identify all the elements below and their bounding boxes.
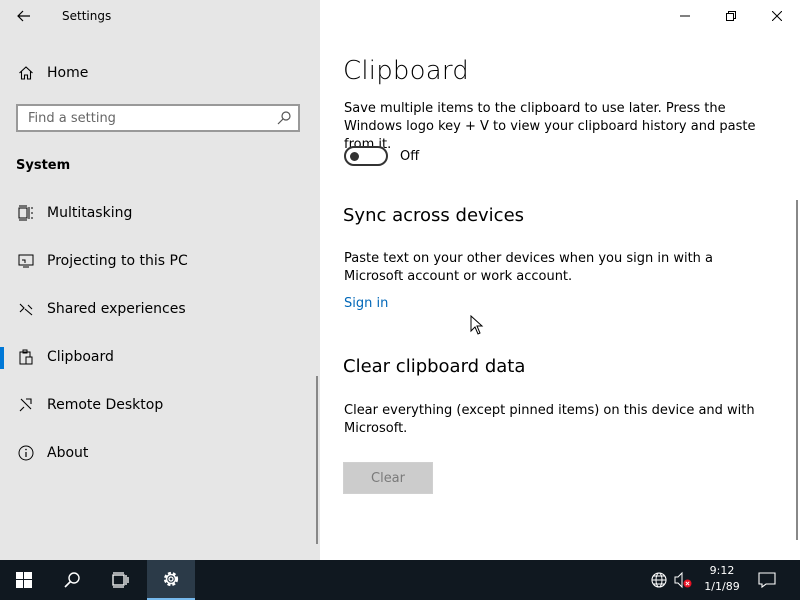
sidebar-item-label: About [47, 445, 89, 461]
page-title: Clipboard [343, 56, 469, 86]
taskbar: 9:12 1/1/89 [0, 560, 800, 600]
clipboard-icon [16, 347, 36, 367]
sidebar-item-label: Clipboard [47, 349, 114, 365]
close-icon [772, 11, 782, 21]
close-button[interactable] [754, 0, 800, 32]
title-bar: Settings [0, 0, 320, 32]
clear-heading: Clear clipboard data [343, 356, 526, 377]
sign-in-link[interactable]: Sign in [344, 296, 388, 311]
network-globe-icon[interactable] [649, 570, 669, 590]
sidebar-item-remote-desktop[interactable]: Remote Desktop [0, 383, 316, 427]
gear-icon [163, 571, 179, 587]
sync-heading: Sync across devices [343, 205, 525, 226]
search-icon[interactable] [276, 110, 292, 126]
shared-experiences-icon [16, 299, 36, 319]
volume-muted-icon[interactable] [673, 570, 693, 590]
task-view-button[interactable] [96, 560, 144, 600]
sidebar-item-label: Projecting to this PC [47, 253, 188, 269]
toggle-state-label: Off [400, 149, 420, 164]
sidebar-item-shared-experiences[interactable]: Shared experiences [0, 287, 316, 331]
nav-home[interactable]: Home [0, 51, 316, 95]
sidebar-item-multitasking[interactable]: Multitasking [0, 191, 316, 235]
windows-logo-icon [16, 572, 32, 588]
clear-description: Clear everything (except pinned items) o… [344, 403, 755, 436]
clear-button[interactable]: Clear [343, 462, 433, 494]
taskbar-search-button[interactable] [48, 560, 96, 600]
task-view-icon [112, 572, 129, 588]
back-button[interactable] [8, 2, 40, 30]
settings-sidebar: Settings Home System Multitasking [0, 0, 320, 560]
section-heading-system: System [16, 158, 71, 173]
app-title: Settings [62, 9, 112, 23]
info-icon [16, 443, 36, 463]
sidebar-item-label: Remote Desktop [47, 397, 164, 413]
taskbar-settings-app[interactable] [147, 560, 195, 600]
restore-icon [726, 11, 736, 21]
sidebar-scrollbar[interactable] [316, 376, 318, 544]
mouse-cursor-icon [470, 315, 484, 335]
search-icon [64, 572, 80, 588]
home-icon [16, 63, 36, 83]
main-scrollbar[interactable] [796, 200, 798, 540]
back-arrow-icon [17, 10, 30, 22]
sidebar-item-label: Multitasking [47, 205, 133, 221]
sidebar-item-about[interactable]: About [0, 431, 316, 475]
clock-time: 9:12 [709, 564, 735, 577]
settings-search[interactable] [16, 104, 300, 132]
nav-home-label: Home [47, 65, 89, 81]
window-controls [662, 0, 800, 32]
clock-date: 1/1/89 [704, 580, 740, 593]
sidebar-item-label: Shared experiences [47, 301, 186, 317]
toggle-knob [350, 152, 359, 161]
start-button[interactable] [0, 560, 48, 600]
action-center-icon[interactable] [757, 570, 777, 590]
remote-desktop-icon [16, 395, 36, 415]
minimize-icon [680, 15, 690, 17]
minimize-button[interactable] [662, 0, 708, 32]
sidebar-item-projecting[interactable]: Projecting to this PC [0, 239, 316, 283]
sync-description: Paste text on your other devices when yo… [344, 251, 714, 284]
restore-button[interactable] [708, 0, 754, 32]
clipboard-history-description: Save multiple items to the clipboard to … [344, 101, 756, 152]
sidebar-item-clipboard[interactable]: Clipboard [0, 335, 316, 379]
clipboard-history-toggle[interactable] [344, 146, 388, 166]
projecting-icon [16, 251, 36, 271]
clipboard-page: Clipboard Save multiple items to the cli… [320, 0, 800, 560]
search-input[interactable] [18, 106, 278, 130]
multitasking-icon [16, 203, 36, 223]
taskbar-clock[interactable]: 9:12 1/1/89 [694, 563, 750, 595]
